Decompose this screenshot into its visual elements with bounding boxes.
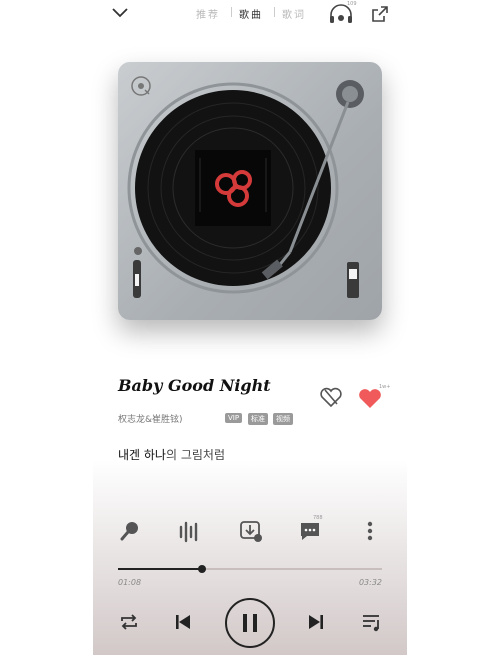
progress-slider[interactable]: [118, 565, 382, 573]
lyric-unsung: 의 그림처럼: [165, 448, 225, 462]
more-icon[interactable]: [364, 519, 376, 543]
download-icon[interactable]: [238, 518, 264, 544]
previous-icon[interactable]: [174, 613, 192, 631]
song-title: Baby Good Night: [118, 376, 271, 395]
tab-lyrics[interactable]: 歌词: [282, 6, 306, 21]
sing-icon[interactable]: [118, 519, 142, 543]
player-screen: 推荐 歌曲 歌词 109 Baby Good Night 1w+ 权志龙&崔胜铉…: [0, 0, 500, 655]
comment-count: 788: [313, 515, 323, 521]
repeat-icon[interactable]: [118, 612, 140, 632]
chevron-down-icon[interactable]: [111, 6, 129, 20]
share-icon[interactable]: [370, 4, 390, 24]
sound-effect-icon[interactable]: [177, 519, 203, 543]
top-bar: 推荐 歌曲 歌词 109: [93, 0, 407, 28]
vip-badge: VIP: [225, 413, 243, 423]
comment-icon[interactable]: [298, 519, 324, 543]
turntable: [118, 62, 382, 320]
current-lyric: 내겐 하나의 그림처럼: [118, 446, 225, 463]
tab-recommend[interactable]: 推荐: [196, 6, 220, 21]
lyric-sung: 내겐 하나: [118, 448, 166, 462]
like-heart-icon[interactable]: [357, 387, 383, 409]
next-icon[interactable]: [307, 613, 325, 631]
tab-divider: [274, 7, 275, 17]
progress-fill: [118, 568, 203, 570]
turntable-graphic: [127, 76, 364, 298]
tab-divider: [231, 7, 232, 17]
headphone-badge: 109: [347, 1, 357, 7]
current-time: 01:08: [118, 578, 142, 587]
artist-name[interactable]: 权志龙&崔胜铉): [118, 412, 183, 425]
dislike-heart-icon[interactable]: [319, 386, 343, 408]
total-time: 03:32: [358, 578, 382, 587]
like-count: 1w+: [379, 384, 391, 390]
player-panel: 推荐 歌曲 歌词 109 Baby Good Night 1w+ 权志龙&崔胜铉…: [93, 0, 407, 655]
quality-badge[interactable]: 标准: [248, 413, 268, 425]
pause-icon[interactable]: [224, 597, 276, 649]
video-badge[interactable]: 视频: [273, 413, 293, 425]
progress-handle[interactable]: [198, 565, 207, 573]
playlist-icon[interactable]: [361, 612, 383, 632]
tab-song[interactable]: 歌曲: [239, 6, 263, 21]
